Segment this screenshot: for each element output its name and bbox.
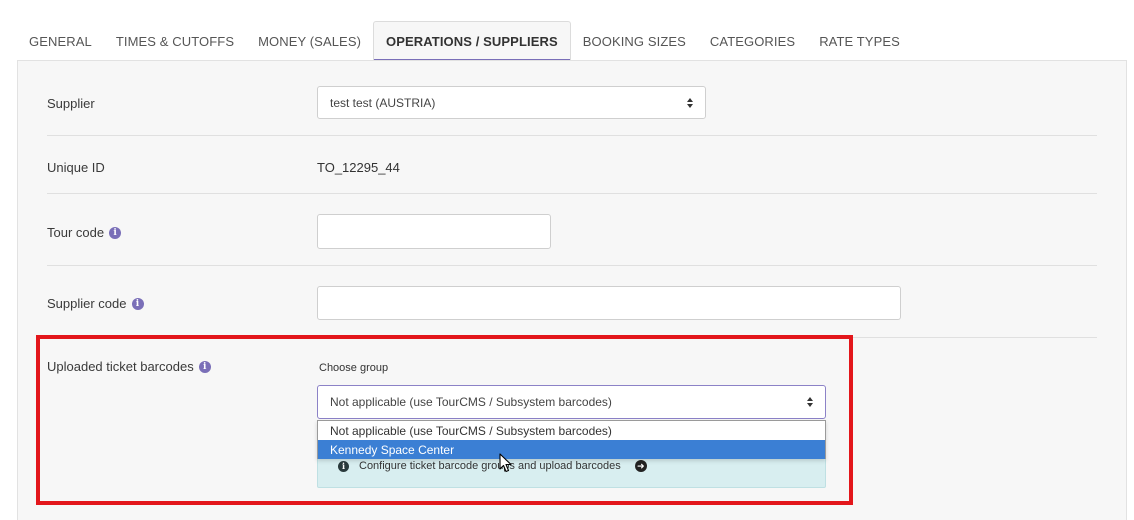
supplier-select[interactable]: test test (AUSTRIA): [317, 86, 706, 119]
tab-times-cutoffs[interactable]: TIMES & CUTOFFS: [104, 21, 246, 61]
tab-operations-suppliers[interactable]: OPERATIONS / SUPPLIERS: [373, 21, 571, 61]
supplier-code-input[interactable]: [317, 286, 901, 320]
tab-bar: GENERAL TIMES & CUTOFFS MONEY (SALES) OP…: [17, 21, 912, 61]
tab-money-sales[interactable]: MONEY (SALES): [246, 21, 373, 61]
supplier-select-value: test test (AUSTRIA): [330, 95, 436, 110]
unique-id-label-text: Unique ID: [47, 160, 105, 175]
info-icon[interactable]: i: [109, 226, 122, 239]
unique-id-row: Unique ID: [47, 136, 1097, 194]
tour-code-input[interactable]: [317, 214, 551, 249]
supplier-code-label: Supplier code i: [47, 296, 144, 311]
tab-booking-sizes[interactable]: BOOKING SIZES: [571, 21, 698, 61]
unique-id-value: TO_12295_44: [317, 160, 400, 175]
info-icon[interactable]: i: [131, 297, 144, 310]
supplier-label: Supplier: [47, 96, 95, 111]
supplier-label-text: Supplier: [47, 96, 95, 111]
tour-code-row: Tour code i: [47, 194, 1097, 266]
tour-code-label: Tour code i: [47, 225, 122, 240]
mouse-pointer-icon: [499, 453, 512, 473]
unique-id-label: Unique ID: [47, 160, 105, 175]
up-down-arrows-icon: [687, 97, 693, 108]
tab-rate-types[interactable]: RATE TYPES: [807, 21, 912, 61]
tab-general[interactable]: GENERAL: [17, 21, 104, 61]
supplier-code-label-text: Supplier code: [47, 296, 127, 311]
tour-code-label-text: Tour code: [47, 225, 105, 240]
tab-categories[interactable]: CATEGORIES: [698, 21, 807, 61]
highlight-box: [36, 335, 853, 505]
